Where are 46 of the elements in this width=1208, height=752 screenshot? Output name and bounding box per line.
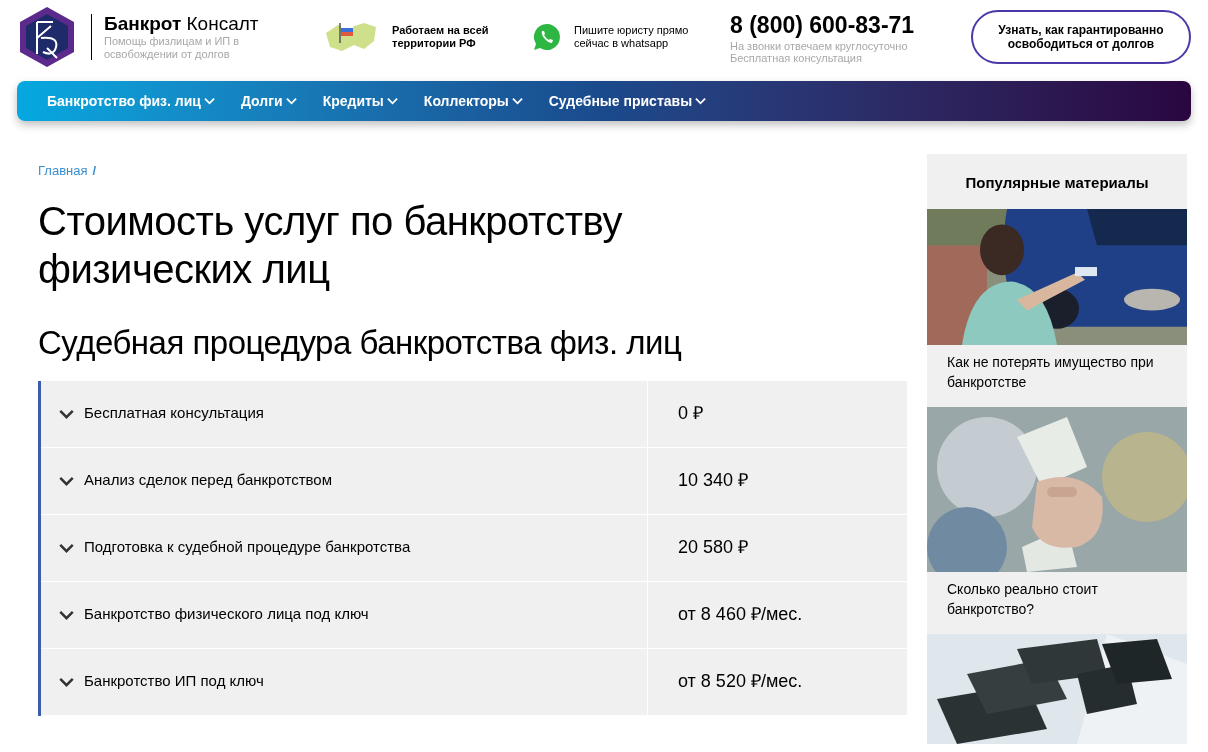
- service-price: 10 340 ₽: [678, 469, 749, 492]
- service-name: Бесплатная консультация: [84, 403, 264, 424]
- chevron-down-icon: [59, 542, 74, 553]
- price-row[interactable]: Бесплатная консультация 0 ₽: [41, 380, 907, 448]
- service-name: Анализ сделок перед банкротством: [84, 470, 332, 491]
- service-price: 0 ₽: [678, 402, 703, 425]
- chevron-down-icon: [59, 408, 74, 419]
- price-row[interactable]: Банкротство ИП под ключ от 8 520 ₽/мес.: [41, 648, 907, 716]
- whatsapp-icon: [532, 22, 562, 52]
- service-name: Подготовка к судебной процедуре банкротства: [84, 537, 411, 558]
- brand-tagline: Помощь физлицам и ИП в освобождении от долгов: [104, 35, 241, 61]
- coverage-note: Работаем на всей территории РФ: [392, 24, 490, 50]
- nav-menu-item[interactable]: Кредиты: [322, 90, 398, 112]
- whatsapp-note: Пишите юристу прямо сейчас в whatsapp: [574, 24, 690, 50]
- sidebar-title: Популярные материалы: [964, 173, 1150, 193]
- nav-menu-item[interactable]: Судебные приставы: [548, 90, 707, 112]
- phone-note: На звонки отвечаем круглосуточно Бесплатная консультация: [730, 40, 909, 64]
- chevron-down-icon: [695, 97, 707, 105]
- chevron-down-icon: [59, 676, 74, 687]
- service-price: от 8 460 ₽/мес.: [678, 603, 803, 626]
- chevron-down-icon: [386, 97, 398, 105]
- service-name: Банкротство ИП под ключ: [84, 671, 264, 692]
- price-row[interactable]: Банкротство физического лица под ключ от 8 460 ₽/мес.: [41, 581, 907, 649]
- breadcrumb-separator: /: [92, 162, 97, 180]
- page-title: Стоимость услуг по банкротству физических лиц: [38, 197, 624, 293]
- nav-menu-item[interactable]: Банкротство физ. лиц: [47, 90, 215, 112]
- chevron-down-icon: [511, 97, 523, 105]
- phone-number[interactable]: 8 (800) 600-83-71: [730, 10, 952, 40]
- section-heading: Судебная процедура банкротства физ. лиц: [38, 322, 683, 363]
- service-price: 20 580 ₽: [678, 536, 749, 559]
- cta-button[interactable]: Узнать, как гарантированно освободиться от долгов: [971, 10, 1191, 64]
- price-row[interactable]: Анализ сделок перед банкротством 10 340 ₽: [41, 447, 907, 515]
- breadcrumb-link[interactable]: Главная: [38, 161, 88, 181]
- nav-menu-item[interactable]: Коллекторы: [423, 90, 523, 112]
- service-price: от 8 520 ₽/мес.: [678, 670, 803, 693]
- price-row[interactable]: Подготовка к судебной процедуре банкротства 20 580 ₽: [41, 514, 907, 582]
- logo-icon: [17, 6, 77, 68]
- chevron-down-icon: [59, 609, 74, 620]
- service-name: Банкротство физического лица под ключ: [84, 604, 369, 625]
- article-link[interactable]: Как не потерять имущество при банкротстве: [927, 344, 1187, 407]
- chevron-down-icon: [285, 97, 297, 105]
- chevron-down-icon: [59, 475, 74, 486]
- chevron-down-icon: [203, 97, 215, 105]
- article-link[interactable]: Сколько реально стоит банкротство?: [927, 571, 1187, 634]
- nav-menu-item[interactable]: Долги: [240, 90, 297, 112]
- brand-name: Банкрот Консалт: [104, 13, 260, 35]
